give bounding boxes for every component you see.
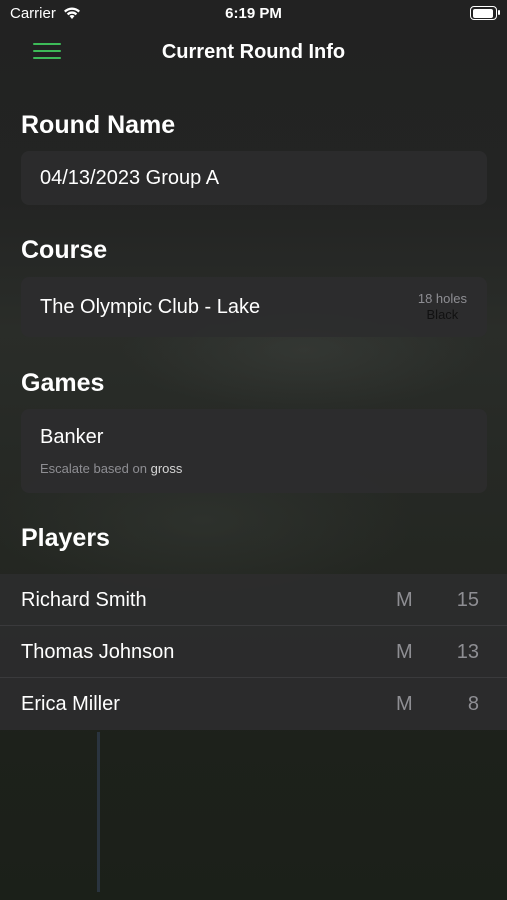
game-note-prefix: Escalate based on (40, 461, 147, 476)
player-gender: M (396, 641, 413, 663)
player-row[interactable]: Thomas Johnson M 13 (0, 626, 507, 678)
player-name: Thomas Johnson (21, 641, 175, 663)
player-handicap: 15 (456, 589, 479, 611)
page-title: Current Round Info (161, 41, 346, 63)
player-name: Erica Miller (21, 693, 120, 715)
players-list: Richard Smith M 15 Thomas Johnson M 13 E… (0, 574, 507, 730)
player-gender: M (396, 589, 413, 611)
game-note: Escalate based on gross (40, 461, 182, 476)
game-name: Banker (40, 426, 104, 448)
player-row[interactable]: Richard Smith M 15 (0, 574, 507, 626)
clock: 6:19 PM (225, 5, 282, 22)
course-name: The Olympic Club - Lake (40, 296, 261, 318)
round-name-field[interactable]: 04/13/2023 Group A (21, 151, 487, 205)
navigation-bar: Current Round Info (0, 30, 507, 74)
course-tee: Black (426, 307, 459, 322)
player-row[interactable]: Erica Miller M 8 (0, 678, 507, 730)
round-name-value: 04/13/2023 Group A (40, 167, 220, 189)
players-heading: Players (21, 524, 110, 552)
games-heading: Games (21, 369, 105, 397)
battery-icon (470, 6, 500, 20)
course-meta: 18 holes Black (418, 291, 467, 323)
course-holes: 18 holes (417, 291, 467, 306)
player-name: Richard Smith (21, 589, 147, 611)
game-note-value: gross (150, 461, 183, 476)
player-gender: M (396, 693, 413, 715)
course-heading: Course (21, 236, 108, 264)
round-name-heading: Round Name (21, 111, 176, 139)
player-handicap: 8 (467, 693, 479, 715)
course-field[interactable]: The Olympic Club - Lake 18 holes Black (21, 277, 487, 337)
status-bar: Carrier 6:19 PM (0, 0, 507, 28)
flag-pole (97, 732, 100, 892)
game-card[interactable]: Banker Escalate based on gross (21, 409, 487, 493)
player-handicap: 13 (456, 641, 479, 663)
